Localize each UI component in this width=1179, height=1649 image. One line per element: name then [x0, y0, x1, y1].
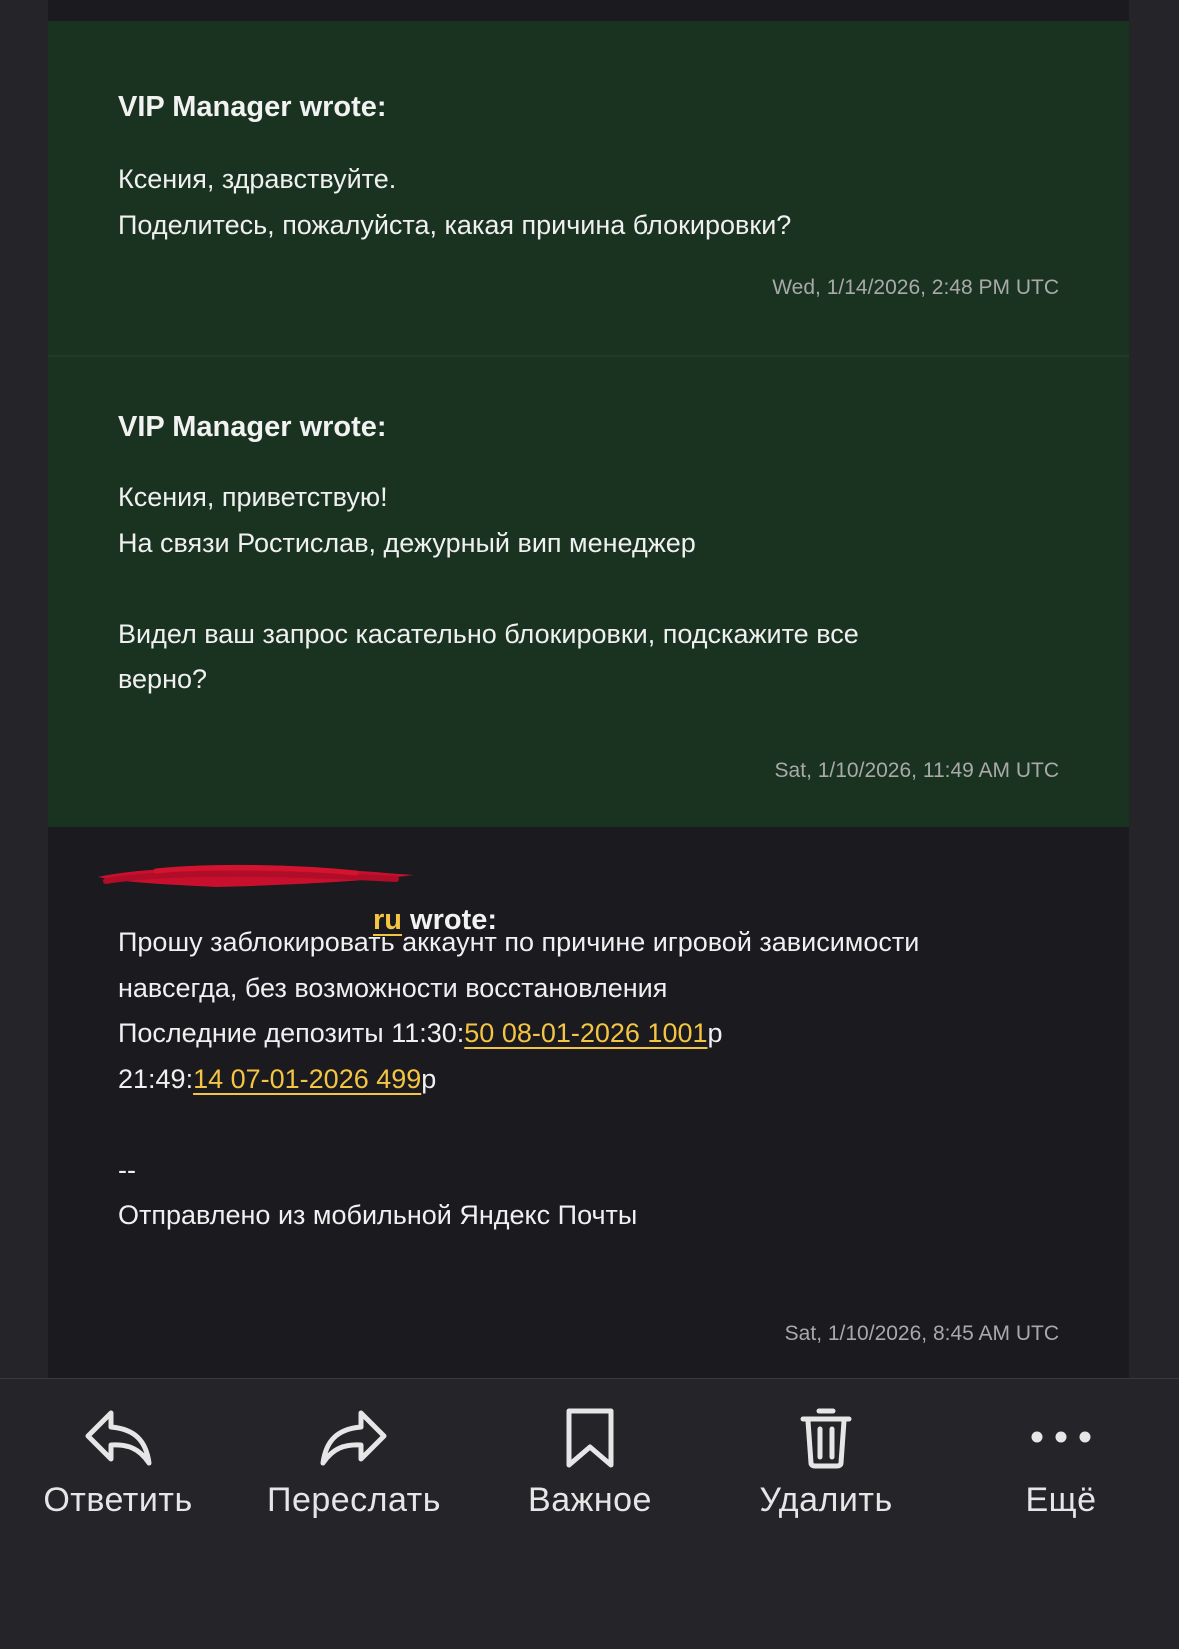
reply-label: Ответить [43, 1481, 193, 1519]
message-line: Ксения, приветствую! [118, 482, 388, 512]
message-timestamp: Sat, 1/10/2026, 11:49 AM UTC [774, 759, 1059, 782]
message-thread[interactable]: VIP Manager wrote: Ксения, здравствуйте.… [48, 0, 1129, 1378]
more-button[interactable]: Ещё [943, 1407, 1179, 1547]
deposit-link-2[interactable]: 14 07-01-2026 499 [193, 1064, 421, 1094]
forward-button[interactable]: Переслать [236, 1407, 472, 1547]
trash-icon [800, 1408, 852, 1469]
message-line: верно? [118, 664, 208, 694]
forward-label: Переслать [267, 1481, 441, 1519]
message-line-deposit-1: Последние депозиты 11:30:50 08-01-2026 1… [118, 1018, 723, 1048]
message-body: Ксения, приветствую! На связи Ростислав,… [118, 475, 1068, 703]
message-line: навсегда, без возможности восстановления [118, 972, 668, 1003]
bookmark-icon [566, 1408, 614, 1468]
more-dots-icon [1031, 1431, 1091, 1443]
more-label: Ещё [1025, 1481, 1097, 1519]
bottom-action-toolbar: Ответить Переслать Важное Удалить Ещё [0, 1378, 1179, 1649]
message-author: VIP Manager wrote: [118, 411, 387, 443]
important-label: Важное [528, 1481, 652, 1519]
message-line: Ксения, здравствуйте. [118, 164, 397, 194]
previous-message-edge [48, 0, 1129, 21]
message-vip-manager-2: VIP Manager wrote: Ксения, приветствую! … [48, 357, 1129, 827]
signature-dash: -- [118, 1154, 136, 1185]
delete-button[interactable]: Удалить [708, 1407, 944, 1547]
deposit-link-1[interactable]: 50 08-01-2026 1001 [464, 1018, 707, 1048]
message-author: VIP Manager wrote: [118, 91, 387, 123]
redaction-scribble [98, 864, 414, 887]
message-timestamp: Wed, 1/14/2026, 2:48 PM UTC [772, 276, 1059, 299]
message-body: Ксения, здравствуйте. Поделитесь, пожалу… [118, 157, 1068, 248]
reply-icon [85, 1410, 152, 1466]
reply-button[interactable]: Ответить [0, 1407, 236, 1547]
forward-icon [320, 1410, 387, 1466]
message-body: Прошу заблокировать аккаунт по причине и… [118, 920, 1068, 1239]
message-vip-manager-1: VIP Manager wrote: Ксения, здравствуйте.… [48, 21, 1129, 355]
message-line-deposit-2: 21:49:14 07-01-2026 499р [118, 1063, 437, 1094]
signature-text: Отправлено из мобильной Яндекс Почты [118, 1200, 638, 1230]
message-timestamp: Sat, 1/10/2026, 8:45 AM UTC [784, 1322, 1059, 1345]
message-user: ru wrote: Прошу заблокировать аккаунт по… [48, 827, 1129, 1378]
important-button[interactable]: Важное [472, 1407, 708, 1547]
message-line: На связи Ростислав, дежурный вип менедже… [118, 527, 696, 558]
message-line: Прошу заблокировать аккаунт по причине и… [118, 927, 920, 957]
message-line: Видел ваш запрос касательно блокировки, … [118, 618, 859, 649]
delete-label: Удалить [759, 1481, 893, 1519]
message-line: Поделитесь, пожалуйста, какая причина бл… [118, 209, 792, 240]
email-thread-view: VIP Manager wrote: Ксения, здравствуйте.… [0, 0, 1179, 1649]
